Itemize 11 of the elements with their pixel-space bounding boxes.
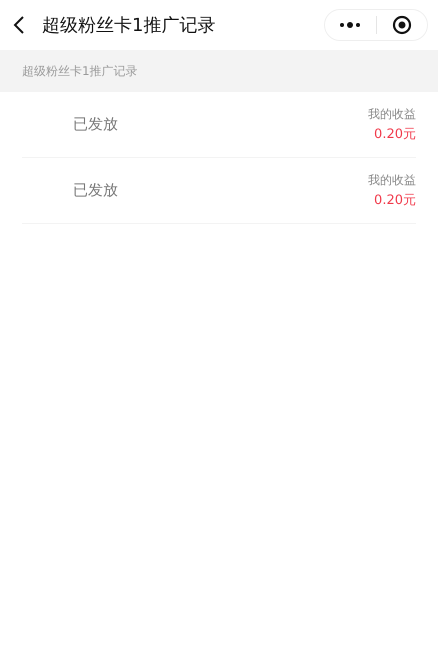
more-icon <box>339 22 362 28</box>
earnings-label: 我的收益 <box>368 106 416 123</box>
record-status: 已发放 <box>73 181 118 200</box>
target-icon <box>392 15 412 35</box>
earnings-label: 我的收益 <box>368 172 416 189</box>
earnings-amount: 0.20元 <box>374 126 416 143</box>
record-status: 已发放 <box>73 115 118 134</box>
back-icon[interactable] <box>12 15 26 35</box>
earnings-amount: 0.20元 <box>374 192 416 209</box>
page-title: 超级粉丝卡1推广记录 <box>42 14 216 37</box>
section-title: 超级粉丝卡1推广记录 <box>22 62 138 80</box>
